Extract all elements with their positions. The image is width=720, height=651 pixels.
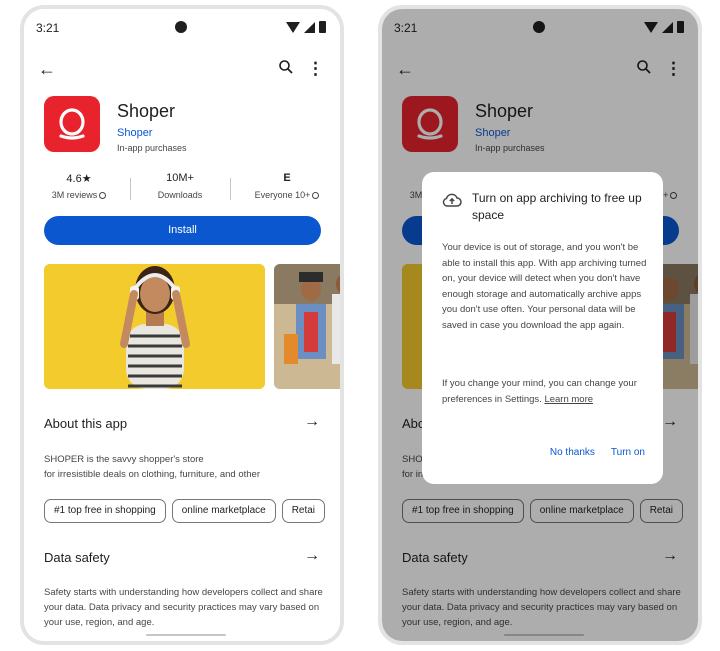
data-safety-title: Data safety xyxy=(44,550,110,565)
esrb-e-icon: E xyxy=(283,172,291,184)
screenshot-shoppers[interactable] xyxy=(274,264,340,389)
dialog-title: Turn on app archiving to free up space xyxy=(472,191,642,222)
tag-chips: #1 top free in shopping online marketplac… xyxy=(44,499,340,525)
stat-divider xyxy=(230,178,231,200)
screenshot-image xyxy=(274,264,340,389)
chip-online-marketplace[interactable]: online marketplace xyxy=(171,499,276,523)
about-description: SHOPER is the savvy shopper's store for … xyxy=(44,452,329,482)
more-vert-icon[interactable]: ⋮ xyxy=(307,59,324,79)
data-safety-arrow-icon[interactable]: → xyxy=(304,547,320,565)
top-app-bar: ← ⋮ xyxy=(24,55,340,85)
downloads-value: 10M+ xyxy=(166,172,194,184)
dialog-body-settings-text: If you change your mind, you can change … xyxy=(442,378,637,405)
downloads-label: Downloads xyxy=(157,190,203,200)
no-thanks-button[interactable]: No thanks xyxy=(550,447,595,458)
reviews-count: 3M reviews xyxy=(51,190,98,200)
status-icons xyxy=(286,21,326,33)
downloads-stat: 10M+ Downloads xyxy=(144,172,216,200)
in-app-purchases-label: In-app purchases xyxy=(117,143,187,153)
app-title: Shoper xyxy=(117,101,176,121)
learn-more-link[interactable]: Learn more xyxy=(544,394,593,405)
about-line-1: SHOPER is the savvy shopper's store xyxy=(44,454,204,465)
dialog-actions: No thanks Turn on xyxy=(550,447,645,458)
phone-screen-archive-dialog: 3:21 ← ⋮ Shoper Shoper In-app purchases xyxy=(378,5,702,645)
status-bar: 3:21 xyxy=(24,9,340,45)
data-safety-description: Safety starts with understanding how dev… xyxy=(44,587,323,628)
turn-on-button[interactable]: Turn on xyxy=(611,447,645,458)
info-icon xyxy=(99,192,107,200)
rating-value: 4.6★ xyxy=(66,173,92,185)
about-arrow-icon[interactable]: → xyxy=(304,413,320,431)
store-listing-screen: 3:21 ← ⋮ Shoper Shoper In-app purchases xyxy=(24,9,340,641)
content-rating-stat[interactable]: E Everyone 10+ xyxy=(242,172,332,200)
developer-link[interactable]: Shoper xyxy=(117,127,152,139)
front-camera xyxy=(175,21,187,33)
dialog-body: Your device is out of storage, and you w… xyxy=(442,242,647,331)
status-time: 3:21 xyxy=(36,21,60,35)
store-listing-screen: 3:21 ← ⋮ Shoper Shoper In-app purchases xyxy=(382,9,698,641)
info-icon xyxy=(312,192,320,200)
back-arrow-icon[interactable]: ← xyxy=(38,59,56,79)
wifi-icon xyxy=(286,21,300,33)
phone-screen-store-listing: 3:21 ← ⋮ Shoper Shoper In-app purchases xyxy=(20,5,344,645)
about-line-2: for irresistible deals on clothing, furn… xyxy=(44,469,260,480)
about-section-title: About this app xyxy=(44,416,128,431)
cloud-upload-icon xyxy=(442,192,462,213)
content-rating-label: Everyone 10+ xyxy=(254,190,311,200)
app-icon xyxy=(44,96,100,152)
chip-retail[interactable]: Retai xyxy=(281,499,326,523)
screenshot-woman-headphones[interactable] xyxy=(44,264,265,389)
shoper-logo-icon xyxy=(59,108,85,140)
dialog-body-secondary: If you change your mind, you can change … xyxy=(442,376,647,407)
stat-divider xyxy=(130,178,131,200)
install-button[interactable]: Install xyxy=(44,216,321,245)
battery-icon xyxy=(319,21,326,33)
signal-icon xyxy=(304,21,315,33)
chip-top-free[interactable]: #1 top free in shopping xyxy=(44,499,166,523)
rating-stat[interactable]: 4.6★ 3M reviews xyxy=(44,172,114,200)
gesture-handle xyxy=(146,634,226,636)
stats-row: 4.6★ 3M reviews 10M+ Downloads E Everyon… xyxy=(32,172,332,206)
search-icon[interactable] xyxy=(278,59,294,80)
archive-dialog: Turn on app archiving to free up space Y… xyxy=(422,172,663,484)
screenshot-image xyxy=(44,264,265,389)
